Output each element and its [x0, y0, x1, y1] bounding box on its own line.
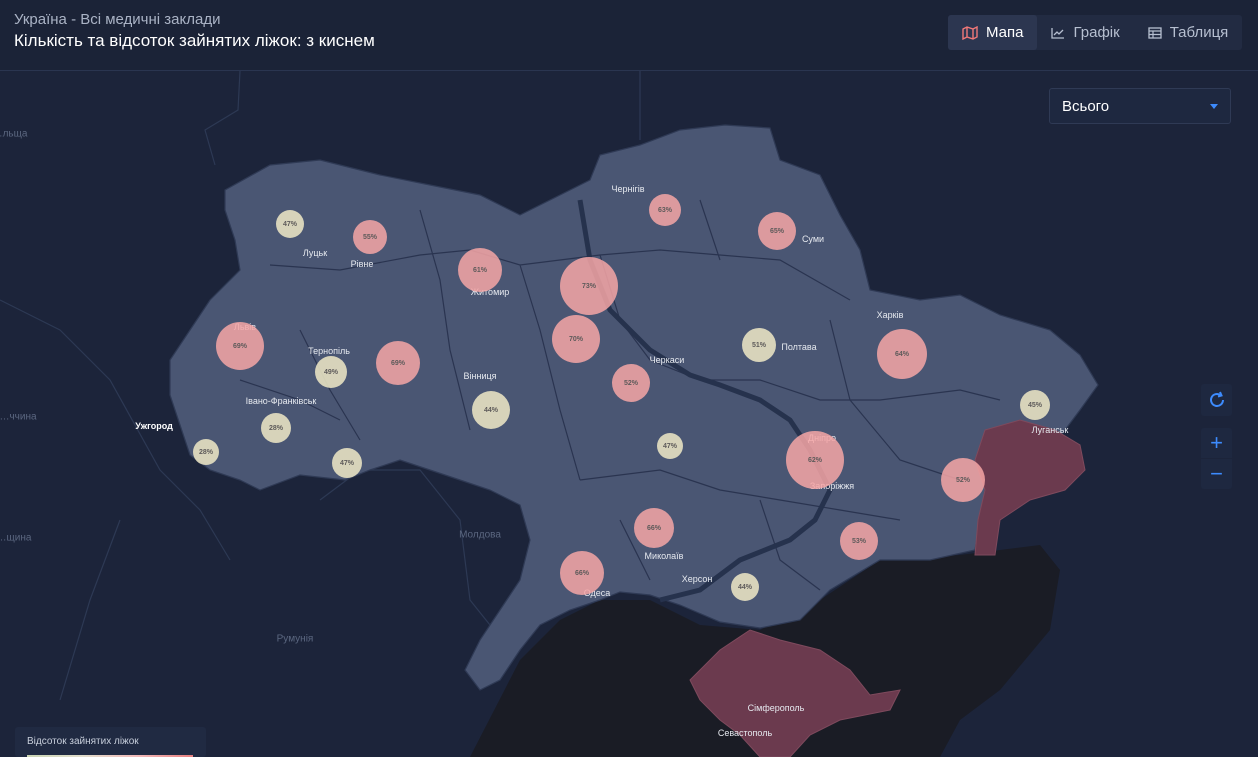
- map-canvas[interactable]: …льща …ччина …щина Молдова Румунія Луцьк…: [0, 71, 1258, 757]
- tab-map[interactable]: Мапа: [948, 15, 1038, 50]
- region-bubble[interactable]: 44%: [472, 391, 510, 429]
- zoom-in-button[interactable]: +: [1201, 428, 1232, 458]
- city-label: Луганськ: [1031, 425, 1069, 435]
- tab-table-label: Таблиця: [1169, 24, 1229, 41]
- tab-table[interactable]: Таблиця: [1134, 15, 1243, 50]
- filter-value: Всього: [1062, 97, 1110, 115]
- tab-map-label: Мапа: [986, 24, 1024, 41]
- region-bubble[interactable]: 47%: [332, 448, 362, 478]
- neighbor-label: …ччина: [0, 411, 37, 423]
- city-label: Рівне: [350, 259, 374, 269]
- view-tabs: Мапа Графік Таблиця: [948, 15, 1243, 50]
- region-bubble[interactable]: 69%: [216, 322, 264, 370]
- city-label: Сімферополь: [747, 703, 805, 713]
- city-label: Тернопіль: [308, 346, 350, 356]
- occupied-east: [974, 419, 1086, 556]
- city-label: Ужгород: [135, 421, 173, 431]
- table-icon: [1148, 26, 1162, 39]
- legend-title: Відсоток зайнятих ліжок: [27, 736, 139, 747]
- city-label: Полтава: [781, 342, 817, 352]
- region-bubble[interactable]: 69%: [376, 341, 420, 385]
- page-title: Кількість та відсоток зайнятих ліжок: з …: [14, 31, 375, 50]
- city-label: Херсон: [681, 574, 713, 584]
- region-bubble[interactable]: 55%: [353, 220, 387, 254]
- refresh-icon: [1209, 391, 1224, 407]
- city-label: Суми: [801, 234, 825, 244]
- region-bubble[interactable]: 47%: [657, 433, 683, 459]
- city-label: Харків: [876, 310, 904, 320]
- region-bubble[interactable]: 28%: [261, 413, 291, 443]
- caret-down-icon: [1210, 103, 1218, 109]
- city-label: Миколаїв: [644, 551, 684, 561]
- region-bubble[interactable]: 64%: [877, 329, 927, 379]
- map-icon: [962, 25, 978, 40]
- city-label: Черкаси: [649, 355, 685, 365]
- breadcrumb: Україна - Всі медичні заклади: [14, 11, 221, 28]
- neighbor-label: …льща: [0, 128, 28, 140]
- region-bubble[interactable]: 66%: [560, 551, 604, 595]
- city-label: Чернігів: [611, 184, 645, 194]
- neighbor-label: Молдова: [459, 529, 501, 541]
- region-bubble[interactable]: 49%: [315, 356, 347, 388]
- refresh-button[interactable]: [1201, 384, 1232, 416]
- city-label: Севастополь: [717, 728, 773, 738]
- neighbor-label: …щина: [0, 532, 32, 544]
- line-chart-icon: [1051, 27, 1065, 39]
- region-bubble[interactable]: 70%: [552, 315, 600, 363]
- region-bubble[interactable]: 52%: [941, 458, 985, 502]
- region-bubble[interactable]: 62%: [786, 431, 844, 489]
- region-bubble[interactable]: 44%: [731, 573, 759, 601]
- region-bubble[interactable]: 47%: [276, 210, 304, 238]
- city-label: Луцьк: [302, 248, 328, 258]
- zoom-out-button[interactable]: −: [1201, 459, 1232, 489]
- region-bubble[interactable]: 61%: [458, 248, 502, 292]
- map-shapes: [0, 71, 1099, 757]
- region-bubble[interactable]: 73%: [560, 257, 618, 315]
- map-legend: Відсоток зайнятих ліжок: [15, 727, 206, 757]
- neighbor-label: Румунія: [276, 633, 314, 645]
- header-bar: Україна - Всі медичні заклади Кількість …: [0, 0, 1258, 71]
- region-bubble[interactable]: 65%: [758, 212, 796, 250]
- region-bubble[interactable]: 45%: [1020, 390, 1050, 420]
- city-label: Івано-Франківськ: [245, 396, 317, 406]
- city-label: Вінниця: [463, 371, 497, 381]
- region-bubble[interactable]: 51%: [742, 328, 776, 362]
- region-bubble[interactable]: 63%: [649, 194, 681, 226]
- tab-chart[interactable]: Графік: [1037, 15, 1133, 50]
- region-bubble[interactable]: 28%: [193, 439, 219, 465]
- region-bubble[interactable]: 52%: [612, 364, 650, 402]
- tab-chart-label: Графік: [1073, 24, 1120, 41]
- filter-select[interactable]: Всього: [1049, 88, 1231, 124]
- region-bubble[interactable]: 66%: [634, 508, 674, 548]
- region-bubble[interactable]: 53%: [840, 522, 878, 560]
